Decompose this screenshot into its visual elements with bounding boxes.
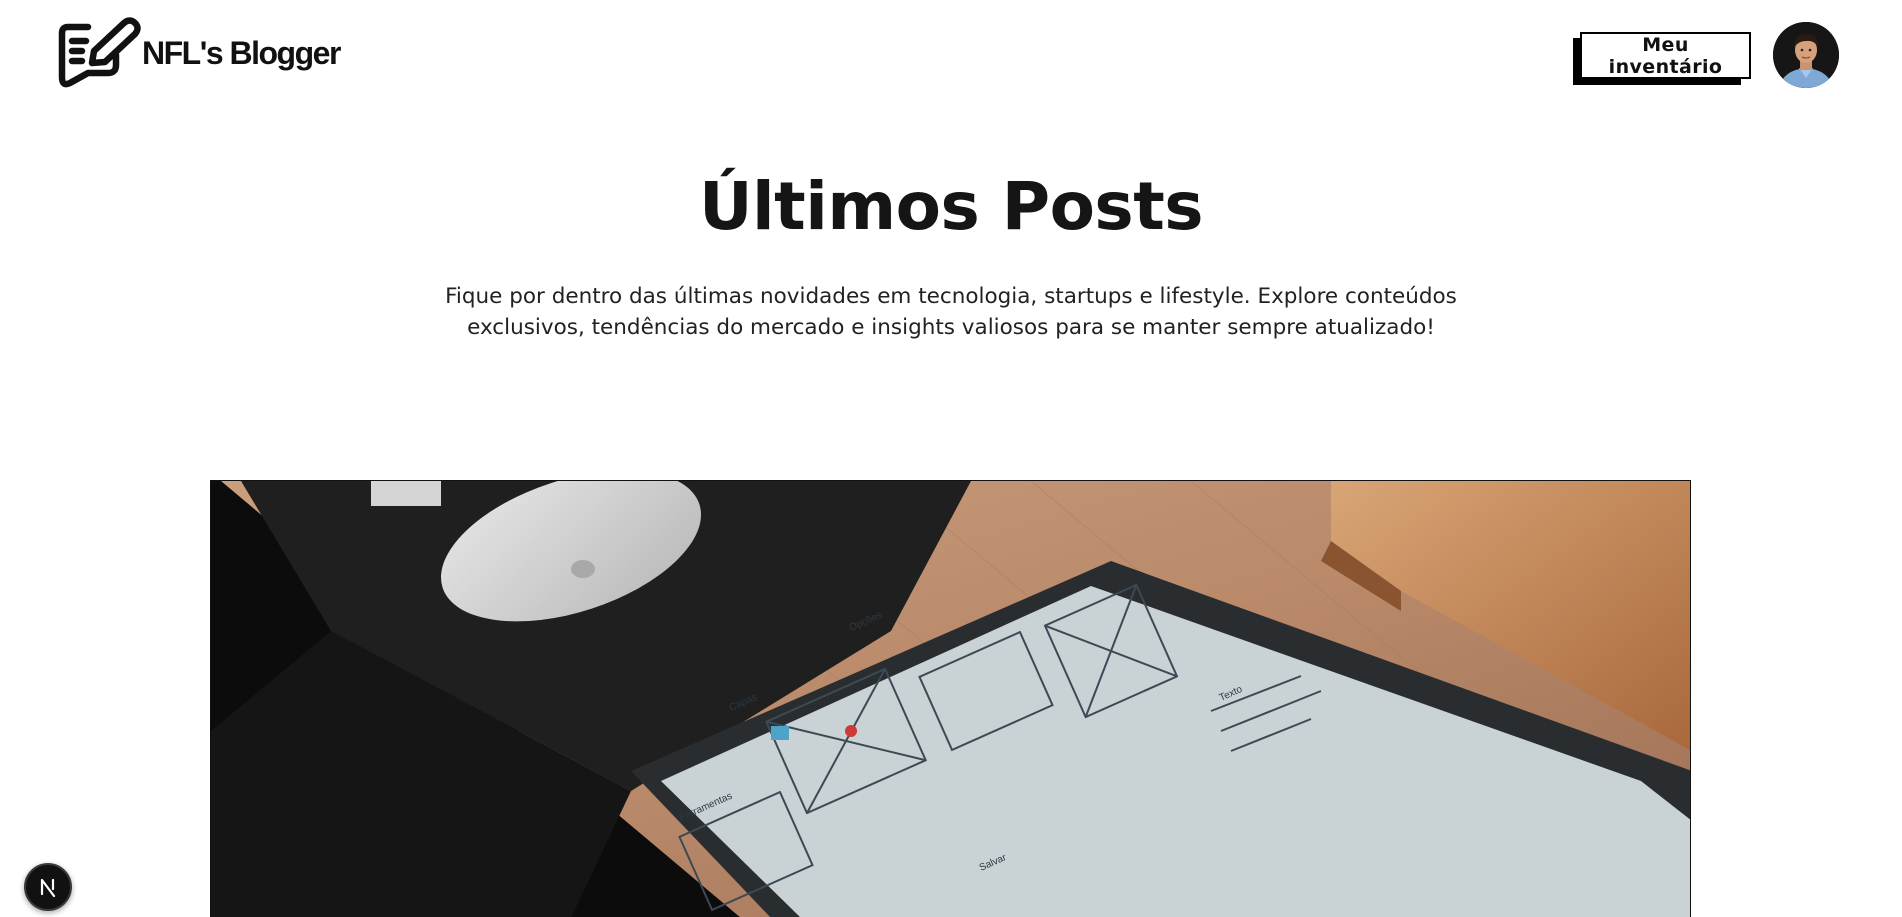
logo-text: NFL's Blogger — [142, 34, 341, 71]
inventory-button-wrapper: Meu inventário — [1573, 32, 1751, 85]
inventory-button[interactable]: Meu inventário — [1580, 32, 1751, 79]
page-subtitle: Fique por dentro das últimas novidades e… — [445, 284, 1457, 340]
pen-chat-icon — [58, 17, 141, 88]
site-header: NFL's Blogger Meu inventário — [0, 0, 1902, 110]
site-logo[interactable]: NFL's Blogger — [58, 17, 341, 93]
nextjs-icon — [40, 878, 56, 898]
page-title: Últimos Posts — [698, 168, 1204, 245]
nextjs-dev-badge[interactable] — [24, 863, 72, 911]
featured-post-image[interactable]: Ferramentas Capas Opções Texto Salvar — [210, 480, 1691, 917]
user-avatar[interactable] — [1773, 22, 1839, 88]
